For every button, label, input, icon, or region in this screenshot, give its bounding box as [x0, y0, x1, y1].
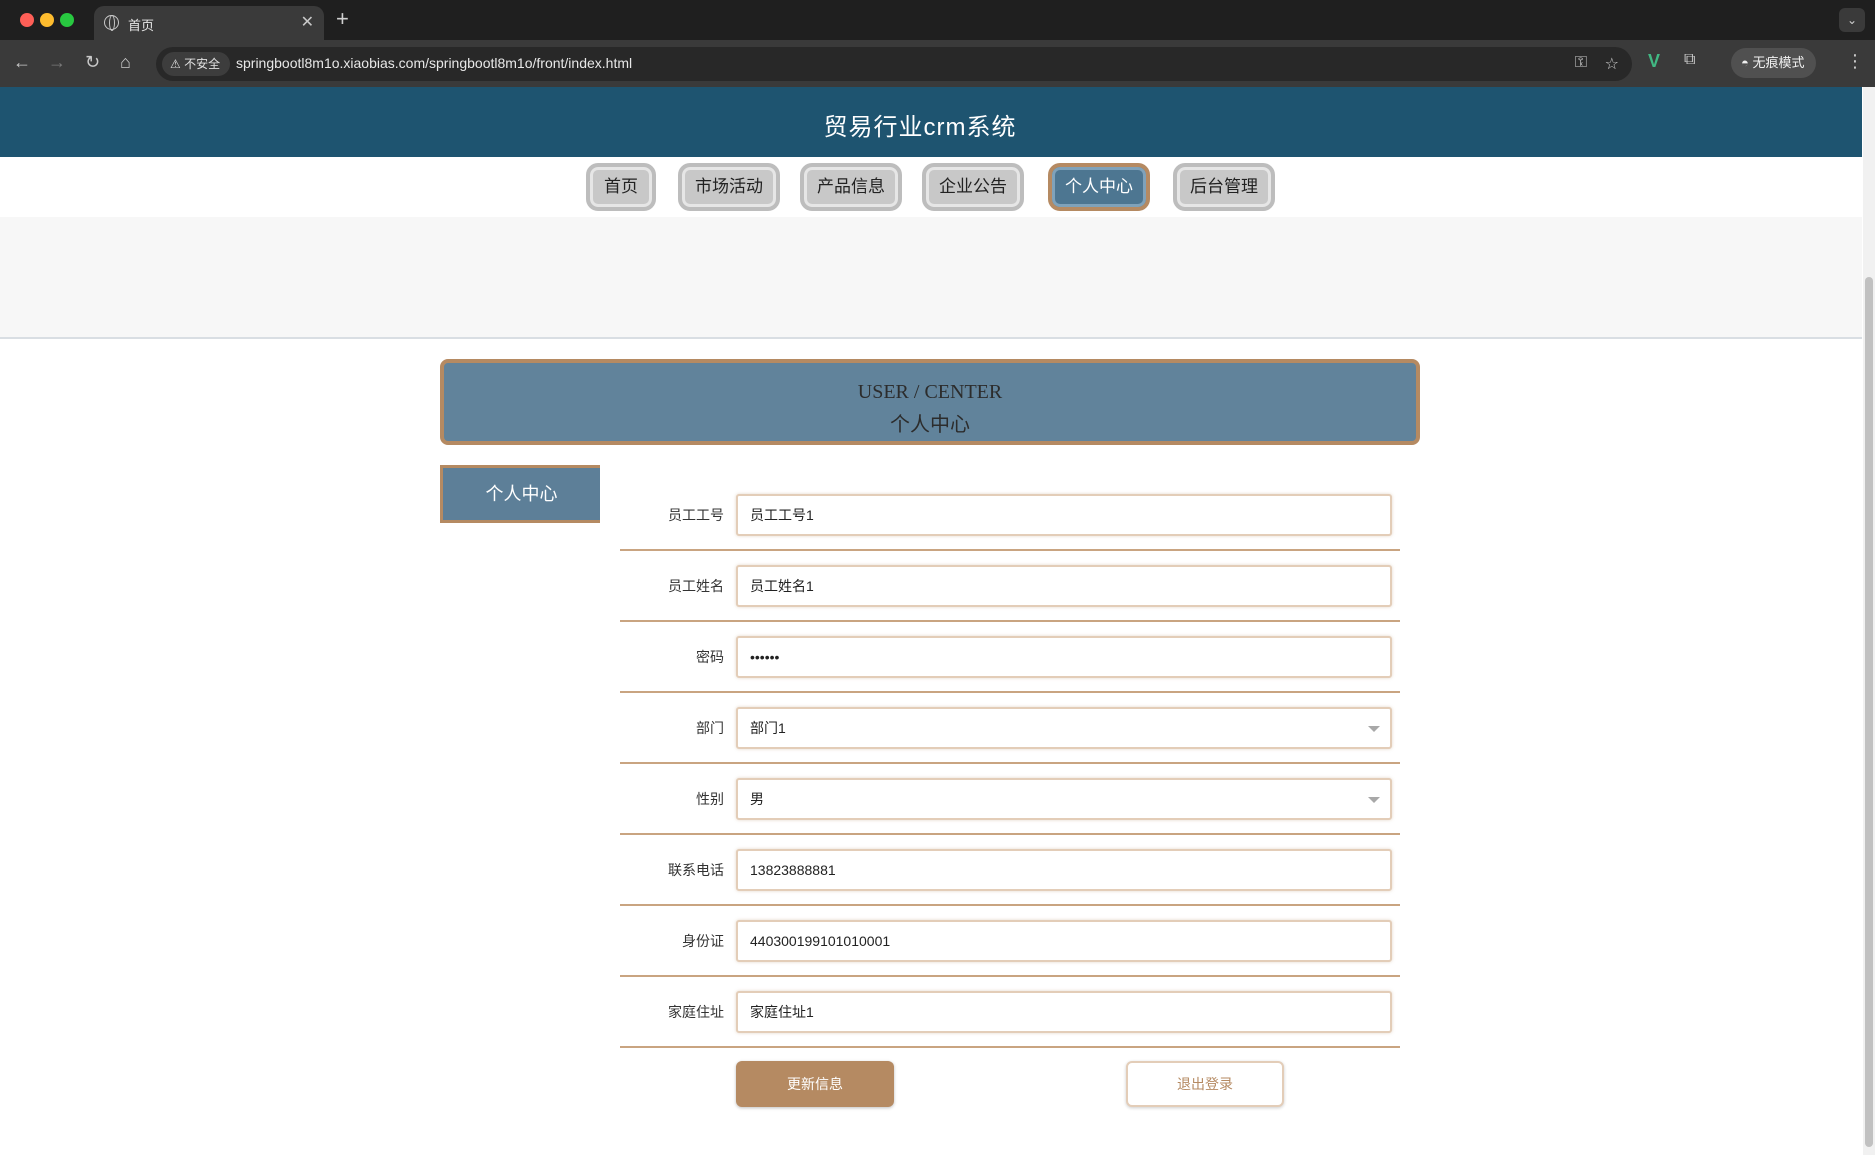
gender-selected-value: 男 [750, 791, 764, 807]
incognito-icon: ◓ [1741, 55, 1753, 70]
kebab-menu-icon[interactable]: ⋮ [1846, 51, 1864, 72]
chevron-down-icon [1368, 726, 1380, 732]
id-card-label: 身份证 [682, 933, 724, 949]
address-input[interactable]: 家庭住址1 [736, 991, 1392, 1033]
new-tab-button[interactable]: + [336, 8, 349, 30]
browser-toolbar: ← → ↻ ⌂ ⚠ 不安全 springbootl8m1o.xiaobias.c… [0, 40, 1875, 87]
menu-item-admin[interactable]: 后台管理 [1173, 163, 1275, 211]
menu-item-marketing[interactable]: 市场活动 [678, 163, 780, 211]
user-center-title-cn: 个人中心 [890, 414, 970, 436]
banner-area [0, 217, 1862, 339]
tab-title: 首页 [128, 18, 155, 33]
menu-item-user-center[interactable]: 个人中心 [1048, 163, 1150, 211]
gender-label: 性别 [696, 791, 724, 807]
form-row-phone: 联系电话 13823888881 [620, 834, 1400, 906]
form-row-address: 家庭住址 家庭住址1 [620, 976, 1400, 1048]
main-menu: 首页 市场活动 产品信息 企业公告 个人中心 后台管理 [0, 163, 1862, 211]
form-row-gender: 性别 男 [620, 763, 1400, 835]
address-bar[interactable]: ⚠ 不安全 springbootl8m1o.xiaobias.com/sprin… [156, 47, 1632, 81]
forward-icon[interactable]: → [48, 52, 66, 72]
form-row-password: 密码 •••••• [620, 621, 1400, 693]
insecure-label: 不安全 [184, 57, 221, 71]
form-row-department: 部门 部门1 [620, 692, 1400, 764]
security-indicator[interactable]: ⚠ 不安全 [162, 52, 231, 76]
employee-name-label: 员工姓名 [668, 578, 724, 594]
site-title: 贸易行业crm系统 [823, 114, 1017, 141]
scrollbar-thumb[interactable] [1865, 277, 1873, 1147]
employee-id-input[interactable]: 员工工号1 [736, 494, 1392, 536]
menu-item-announcements[interactable]: 企业公告 [922, 163, 1024, 211]
tab-search-button[interactable]: ⌄ [1839, 8, 1865, 32]
page-viewport: 贸易行业crm系统 首页 市场活动 产品信息 企业公告 个人中心 后台管理 US… [0, 87, 1875, 1155]
key-icon[interactable]: ⚿ [1575, 54, 1587, 72]
browser-tab-bar: 首页 ✕ + ⌄ [0, 0, 1875, 40]
page-scrollbar[interactable] [1863, 87, 1875, 1155]
star-icon[interactable]: ☆ [1605, 54, 1619, 74]
incognito-indicator[interactable]: ◓ 无痕模式 [1731, 48, 1817, 78]
update-info-button[interactable]: 更新信息 [736, 1061, 894, 1107]
maximize-window-button[interactable] [60, 13, 74, 27]
url-text[interactable]: springbootl8m1o.xiaobias.com/springbootl… [236, 55, 632, 71]
chevron-down-icon [1368, 797, 1380, 803]
department-select[interactable]: 部门1 [736, 707, 1392, 749]
employee-name-input[interactable]: 员工姓名1 [736, 565, 1392, 607]
menu-item-home[interactable]: 首页 [586, 163, 656, 211]
form-row-id-card: 身份证 440300199101010001 [620, 905, 1400, 977]
site-header: 贸易行业crm系统 [0, 87, 1862, 157]
id-card-input[interactable]: 440300199101010001 [736, 920, 1392, 962]
home-icon[interactable]: ⌂ [120, 52, 131, 72]
menu-item-products[interactable]: 产品信息 [800, 163, 902, 211]
vue-devtools-icon[interactable]: V [1648, 51, 1660, 72]
reload-icon[interactable]: ↻ [85, 52, 100, 72]
phone-label: 联系电话 [668, 862, 724, 878]
tab-close-icon[interactable]: ✕ [301, 12, 314, 32]
browser-tab-active[interactable]: 首页 ✕ [94, 6, 324, 40]
gender-select[interactable]: 男 [736, 778, 1392, 820]
warning-icon: ⚠ [170, 57, 185, 71]
globe-icon [104, 15, 119, 31]
form-row-employee-name: 员工姓名 员工姓名1 [620, 550, 1400, 622]
logout-button[interactable]: 退出登录 [1126, 1061, 1284, 1107]
password-label: 密码 [696, 649, 724, 665]
side-tab-user-center[interactable]: 个人中心 [440, 465, 600, 523]
back-icon[interactable]: ← [13, 52, 31, 72]
form-row-employee-id: 员工工号 员工工号1 [620, 479, 1400, 551]
close-window-button[interactable] [20, 13, 34, 27]
incognito-label: 无痕模式 [1752, 55, 1805, 70]
department-label: 部门 [696, 720, 724, 736]
department-selected-value: 部门1 [750, 720, 786, 736]
employee-id-label: 员工工号 [668, 507, 724, 523]
phone-input[interactable]: 13823888881 [736, 849, 1392, 891]
minimize-window-button[interactable] [40, 13, 54, 27]
extensions-icon[interactable]: ⧉ [1684, 51, 1695, 69]
user-center-title-panel: USER / CENTER 个人中心 [440, 359, 1420, 445]
user-center-title-en: USER / CENTER [857, 381, 1003, 403]
password-input[interactable]: •••••• [736, 636, 1392, 678]
address-label: 家庭住址 [668, 1004, 724, 1020]
